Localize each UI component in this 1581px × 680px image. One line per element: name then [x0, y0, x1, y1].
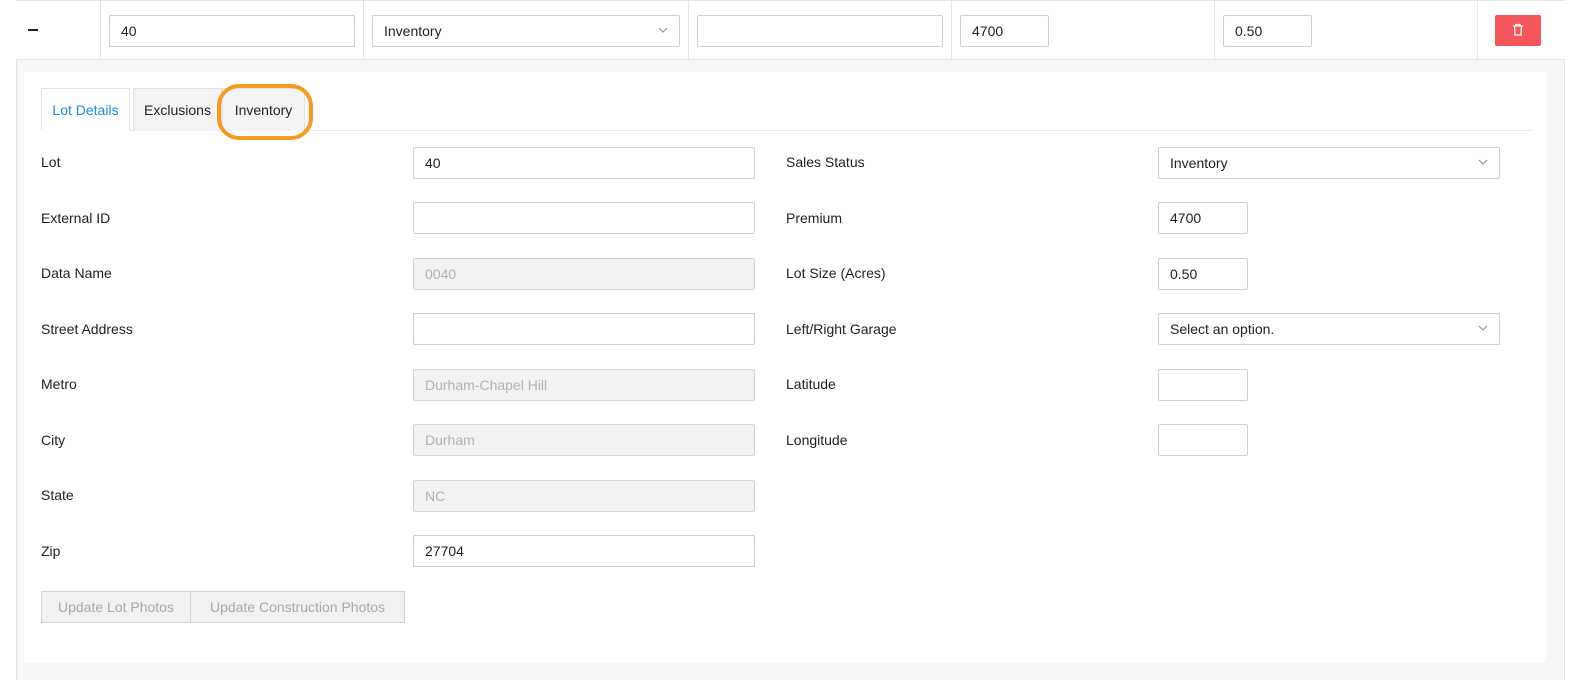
update-construction-photos-button[interactable]: Update Construction Photos [190, 591, 405, 623]
lot-size-input[interactable]: 0.50 [1158, 258, 1248, 290]
garage-label: Left/Right Garage [786, 321, 897, 337]
column-divider [1477, 0, 1478, 60]
row-premium-input[interactable]: 4700 [960, 15, 1049, 47]
zip-input[interactable]: 27704 [413, 535, 755, 567]
delete-row-button[interactable] [1495, 15, 1541, 46]
row-lot-input[interactable]: 40 [109, 15, 355, 47]
minus-icon [28, 29, 38, 31]
trash-icon [1512, 23, 1524, 39]
latitude-input[interactable] [1158, 369, 1248, 401]
data-name-label: Data Name [41, 265, 112, 281]
external-id-input[interactable] [413, 202, 755, 234]
row-lot-size-input[interactable]: 0.50 [1223, 15, 1312, 47]
column-divider [100, 0, 101, 60]
row-sales-status-select[interactable]: Inventory [372, 15, 680, 47]
external-id-label: External ID [41, 210, 111, 226]
state-input: NC [413, 480, 755, 512]
city-input: Durham [413, 424, 755, 456]
longitude-input[interactable] [1158, 424, 1248, 456]
lot-input[interactable]: 40 [413, 147, 755, 179]
premium-label: Premium [786, 210, 843, 226]
state-label: State [41, 487, 74, 503]
street-address-input[interactable] [413, 313, 755, 345]
metro-label: Metro [41, 376, 77, 392]
update-lot-photos-button[interactable]: Update Lot Photos [41, 591, 191, 623]
sales-status-label: Sales Status [786, 154, 865, 170]
city-label: City [41, 432, 66, 448]
collapse-row-button[interactable] [27, 23, 39, 37]
column-divider [688, 0, 689, 60]
sales-status-value: Inventory [1170, 155, 1228, 171]
tab-inventory[interactable]: Inventory [222, 88, 305, 131]
tab-lot-details[interactable]: Lot Details [41, 88, 130, 131]
data-name-input: 0040 [413, 258, 755, 290]
tab-exclusions[interactable]: Exclusions [133, 88, 222, 131]
row-external-id-input[interactable] [697, 15, 943, 47]
garage-value: Select an option. [1170, 321, 1275, 337]
sales-status-select[interactable]: Inventory [1158, 147, 1500, 179]
row-sales-status-value: Inventory [384, 23, 442, 39]
latitude-label: Latitude [786, 376, 836, 392]
lot-label: Lot [41, 154, 61, 170]
metro-input: Durham-Chapel Hill [413, 369, 755, 401]
zip-label: Zip [41, 543, 61, 559]
garage-select[interactable]: Select an option. [1158, 313, 1500, 345]
column-divider [951, 0, 952, 60]
lot-size-label: Lot Size (Acres) [786, 265, 886, 281]
chevron-down-icon [658, 25, 668, 35]
column-divider [363, 0, 364, 60]
street-address-label: Street Address [41, 321, 133, 337]
chevron-down-icon [1478, 157, 1488, 167]
longitude-label: Longitude [786, 432, 848, 448]
premium-input[interactable]: 4700 [1158, 202, 1248, 234]
column-divider [1214, 0, 1215, 60]
chevron-down-icon [1478, 323, 1488, 333]
